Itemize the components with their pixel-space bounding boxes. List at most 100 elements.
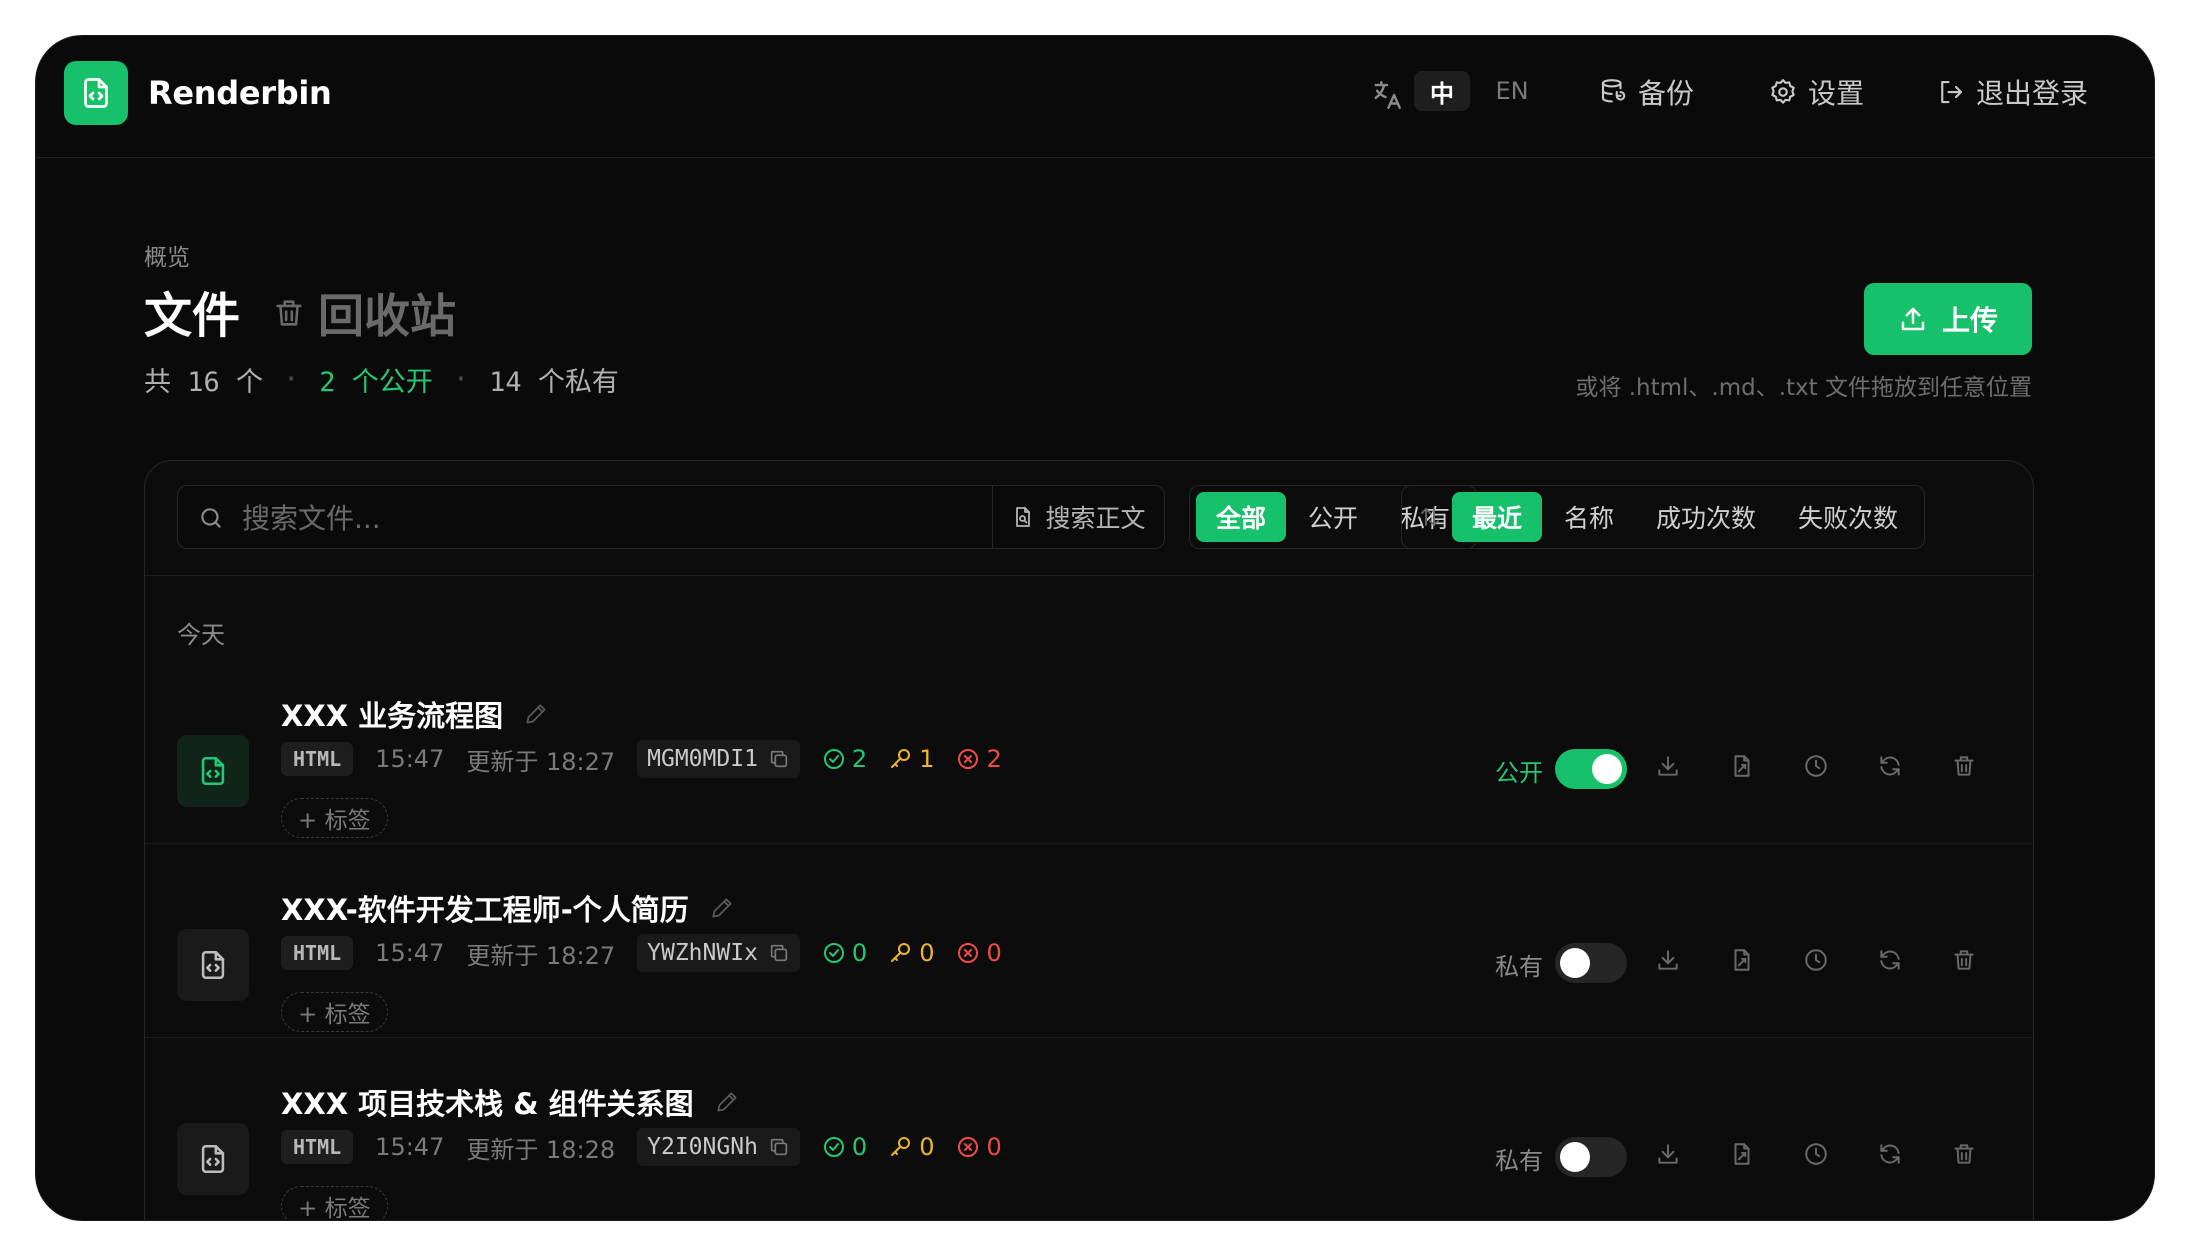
separator-dot: · — [283, 364, 300, 395]
search-input[interactable] — [242, 494, 962, 542]
filter-public[interactable]: 公开 — [1288, 492, 1378, 542]
page-title[interactable]: 文件 — [144, 276, 240, 346]
history-icon — [1805, 1143, 1827, 1165]
failure-count: 0 — [956, 1133, 1002, 1161]
history-icon — [1805, 755, 1827, 777]
download-button[interactable] — [1655, 753, 1681, 779]
sort-failure-count[interactable]: 失败次数 — [1778, 492, 1918, 542]
history-button[interactable] — [1803, 1141, 1829, 1167]
row-actions — [1655, 753, 1977, 779]
file-name[interactable]: XXX-软件开发工程师-个人简历 — [281, 887, 735, 929]
preview-button[interactable] — [1729, 947, 1755, 973]
share-code[interactable]: Y2I0NGNh — [637, 1128, 800, 1166]
share-code[interactable]: YWZhNWIx — [637, 934, 800, 972]
add-tag-button[interactable]: + 标签 — [281, 798, 388, 838]
visibility-label: 私有 — [1495, 1147, 1543, 1175]
refresh-button[interactable] — [1877, 1141, 1903, 1167]
refresh-icon — [1880, 1144, 1900, 1164]
updated-time: 更新于 18:27 — [466, 747, 616, 776]
key-icon — [891, 749, 911, 768]
download-button[interactable] — [1655, 947, 1681, 973]
trash-icon — [1954, 950, 1974, 970]
file-type-badge: HTML — [281, 936, 354, 970]
failure-count-value: 0 — [986, 939, 1002, 967]
history-button[interactable] — [1803, 753, 1829, 779]
trash-icon — [1954, 1144, 1974, 1164]
fulltext-label: 搜索正文 — [1045, 504, 1146, 533]
search-icon — [201, 508, 221, 528]
visibility-toggle[interactable] — [1555, 1137, 1627, 1177]
history-button[interactable] — [1803, 947, 1829, 973]
settings-button[interactable]: 设置 — [1768, 72, 1864, 112]
refresh-button[interactable] — [1877, 753, 1903, 779]
x-circle-icon — [958, 943, 979, 963]
file-name[interactable]: XXX 项目技术栈 & 组件关系图 — [281, 1081, 740, 1123]
success-count-value: 2 — [851, 745, 868, 773]
logout-icon — [1941, 80, 1963, 104]
file-name-text: XXX 业务流程图 — [281, 699, 504, 733]
file-name[interactable]: XXX 业务流程图 — [281, 693, 549, 735]
delete-button[interactable] — [1951, 1141, 1977, 1167]
updated-time: 更新于 18:27 — [466, 941, 616, 970]
file-preview-icon — [1734, 1143, 1750, 1165]
file-code-icon — [201, 950, 225, 980]
sort-name[interactable]: 名称 — [1544, 492, 1634, 542]
trash-tab[interactable]: 回收站 — [272, 280, 456, 346]
add-tag-button[interactable]: + 标签 — [281, 992, 388, 1032]
logout-button[interactable]: 退出登录 — [1936, 72, 2088, 112]
row-actions — [1655, 947, 1977, 973]
pencil-icon[interactable] — [523, 701, 549, 727]
failure-count-value: 2 — [986, 745, 1002, 773]
add-tag-button[interactable]: + 标签 — [281, 1186, 388, 1220]
delete-button[interactable] — [1951, 947, 1977, 973]
file-preview-icon — [1734, 949, 1750, 971]
backup-label: 备份 — [1638, 77, 1695, 110]
share-code-text: MGM0MDI1 — [647, 746, 758, 772]
upload-button[interactable]: 上传 — [1864, 283, 2032, 355]
file-preview-icon — [1734, 755, 1750, 777]
sort-success-count[interactable]: 成功次数 — [1636, 492, 1776, 542]
app-logo[interactable] — [64, 61, 128, 125]
created-time: 15:47 — [375, 939, 445, 967]
pencil-icon[interactable] — [714, 1089, 740, 1115]
file-row[interactable]: XXX 项目技术栈 & 组件关系图 HTML 15:47 更新于 18:28 Y… — [145, 1039, 2033, 1220]
fulltext-search-button[interactable]: 搜索正文 — [992, 486, 1164, 548]
lang-en-button[interactable]: EN — [1486, 71, 1538, 111]
download-icon — [1658, 756, 1678, 776]
backup-button[interactable]: 备份 — [1598, 72, 1694, 112]
sort-recent[interactable]: 最近 — [1452, 492, 1543, 542]
file-meta: HTML 15:47 更新于 18:27 YWZhNWIx 0 0 0 — [281, 934, 1002, 972]
preview-button[interactable] — [1729, 1141, 1755, 1167]
download-button[interactable] — [1655, 1141, 1681, 1167]
lang-zh-button[interactable]: 中 — [1414, 71, 1470, 111]
preview-button[interactable] — [1729, 753, 1755, 779]
file-row[interactable]: XXX 业务流程图 HTML 15:47 更新于 18:27 MGM0MDI1 … — [145, 651, 2033, 844]
copy-icon[interactable] — [768, 1136, 790, 1158]
success-count-value: 0 — [851, 1133, 868, 1161]
visibility-toggle[interactable] — [1555, 943, 1627, 983]
share-code-text: Y2I0NGNh — [647, 1134, 758, 1160]
copy-icon[interactable] — [768, 942, 790, 964]
logout-label: 退出登录 — [1976, 77, 2089, 110]
brand-name: Renderbin — [148, 74, 332, 112]
key-count-value: 1 — [919, 745, 935, 773]
download-icon — [1658, 1144, 1678, 1164]
file-row[interactable]: XXX-软件开发工程师-个人简历 HTML 15:47 更新于 18:27 YW… — [145, 845, 2033, 1038]
refresh-button[interactable] — [1877, 947, 1903, 973]
file-toolbar: 搜索正文 全部 公开 私有 最近 名称 成功次数 失败次数 — [145, 461, 2033, 576]
file-meta: HTML 15:47 更新于 18:27 MGM0MDI1 2 1 2 — [281, 740, 1002, 778]
file-meta: HTML 15:47 更新于 18:28 Y2I0NGNh 0 0 0 — [281, 1128, 1002, 1166]
pencil-icon[interactable] — [709, 895, 735, 921]
visibility-toggle[interactable] — [1555, 749, 1627, 789]
translate-icon[interactable] — [1370, 78, 1404, 112]
success-count: 2 — [822, 745, 867, 773]
copy-icon[interactable] — [768, 748, 790, 770]
database-icon — [1601, 79, 1626, 103]
filter-all[interactable]: 全部 — [1196, 492, 1287, 542]
share-code[interactable]: MGM0MDI1 — [637, 740, 800, 778]
key-icon — [891, 1137, 911, 1156]
breadcrumb: 概览 — [144, 245, 190, 271]
group-label-today: 今天 — [177, 621, 225, 649]
delete-button[interactable] — [1951, 753, 1977, 779]
trash-icon — [276, 300, 302, 326]
